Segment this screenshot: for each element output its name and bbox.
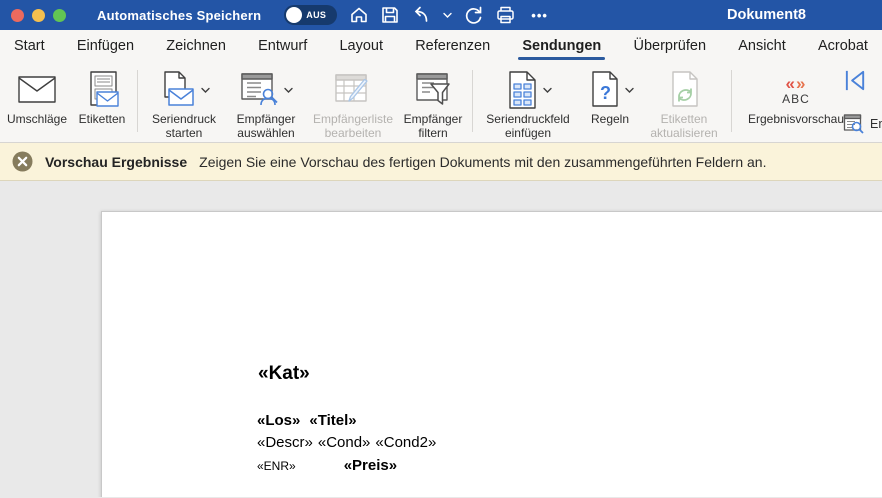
ribbon-tab-bar: Start Einfügen Zeichnen Entwurf Layout R… — [0, 30, 882, 61]
first-record-icon[interactable] — [843, 67, 868, 94]
empfaenger-filtern-button[interactable]: Empfänger filtern — [399, 64, 467, 140]
envelope-icon — [18, 76, 56, 103]
autosave-label: Automatisches Speichern — [97, 8, 261, 23]
ribbon-sendungen: Umschläge Etiketten — [0, 61, 882, 143]
edit-recipient-list-icon — [333, 72, 373, 108]
more-commands-icon[interactable]: ••• — [531, 8, 548, 23]
message-bar-text: Zeigen Sie eine Vorschau des fertigen Do… — [199, 154, 766, 170]
minimize-window-button[interactable] — [32, 9, 45, 22]
document-canvas: «Kat» «Los» «Titel» «Descr» «Cond» «Cond… — [0, 181, 882, 497]
svg-text:?: ? — [600, 83, 611, 103]
merge-field-enr[interactable]: «ENR» — [257, 459, 296, 473]
ribbon-group-divider — [472, 70, 473, 132]
tab-entwurf[interactable]: Entwurf — [256, 34, 309, 58]
ribbon-group-divider — [137, 70, 138, 132]
find-recipient-button[interactable]: Em — [843, 113, 882, 135]
print-icon[interactable] — [495, 5, 516, 25]
autosave-state: AUS — [306, 10, 326, 20]
find-recipient-label-partial: Em — [870, 117, 882, 131]
empfaengerliste-bearbeiten-button: Empfängerliste bearbeiten — [307, 64, 399, 140]
insert-merge-field-icon — [505, 71, 539, 109]
home-icon[interactable] — [349, 5, 369, 25]
tab-einfuegen[interactable]: Einfügen — [75, 34, 136, 58]
merge-field-kat[interactable]: «Kat» — [258, 363, 310, 385]
titlebar: Automatisches Speichern AUS ••• Dokument… — [0, 0, 882, 30]
tab-ansicht[interactable]: Ansicht — [736, 34, 788, 58]
dropdown-chevron-icon — [284, 87, 293, 93]
ribbon-group-divider — [731, 70, 732, 132]
empfaenger-auswaehlen-button[interactable]: Empfänger auswählen — [225, 64, 307, 140]
start-mail-merge-icon — [159, 71, 197, 108]
autosave-toggle[interactable]: AUS — [284, 5, 337, 25]
save-icon[interactable] — [380, 5, 400, 25]
quick-access-toolbar: ••• — [349, 5, 548, 25]
umschlaege-button[interactable]: Umschläge — [2, 64, 72, 140]
seriendruck-starten-button[interactable]: Seriendruck starten — [143, 64, 225, 140]
tab-start[interactable]: Start — [12, 34, 47, 58]
tab-layout[interactable]: Layout — [337, 34, 385, 58]
merge-field-titel[interactable]: «Titel» — [309, 412, 356, 429]
preview-results-icon: «» ABC — [782, 75, 810, 105]
merge-field-line-3: «ENR» «Preis» — [257, 457, 397, 474]
word-window: Automatisches Speichern AUS ••• Dokument… — [0, 0, 882, 498]
rules-icon: ? — [587, 71, 621, 109]
merge-field-cond2[interactable]: «Cond2» — [375, 434, 436, 451]
find-recipient-icon — [843, 113, 865, 135]
undo-icon[interactable] — [411, 5, 432, 25]
close-window-button[interactable] — [11, 9, 24, 22]
tab-ueberpruefen[interactable]: Überprüfen — [631, 34, 708, 58]
merge-field-cond[interactable]: «Cond» — [318, 434, 371, 451]
status-x-circle-icon — [12, 151, 33, 172]
toggle-knob-icon — [286, 7, 302, 23]
etiketten-button[interactable]: Etiketten — [72, 64, 132, 140]
document-title: Dokument8 — [727, 0, 806, 30]
regeln-button[interactable]: ? Regeln — [578, 64, 642, 140]
merge-field-line-1: «Los» «Titel» — [257, 412, 357, 429]
tab-zeichnen[interactable]: Zeichnen — [164, 34, 228, 58]
undo-dropdown-chevron-icon[interactable] — [443, 12, 452, 18]
tab-referenzen[interactable]: Referenzen — [413, 34, 492, 58]
filter-recipients-icon — [414, 72, 452, 108]
message-bar-title: Vorschau Ergebnisse — [45, 154, 187, 170]
update-labels-icon — [667, 71, 701, 109]
preview-results-message-bar: Vorschau Ergebnisse Zeigen Sie eine Vors… — [0, 143, 882, 181]
select-recipients-icon — [240, 72, 280, 108]
tab-sendungen[interactable]: Sendungen — [520, 34, 603, 58]
fullscreen-window-button[interactable] — [53, 9, 66, 22]
merge-field-los[interactable]: «Los» — [257, 412, 300, 429]
redo-refresh-icon[interactable] — [463, 5, 484, 25]
merge-field-preis[interactable]: «Preis» — [344, 457, 397, 474]
previous-record-icon[interactable] — [878, 67, 882, 94]
merge-field-descr[interactable]: «Descr» — [257, 434, 313, 451]
record-navigation-cluster: Em — [843, 67, 882, 94]
labels-sheet-icon — [84, 71, 120, 108]
document-page[interactable]: «Kat» «Los» «Titel» «Descr» «Cond» «Cond… — [101, 211, 882, 497]
ergebnisvorschau-button[interactable]: «» ABC Ergebnisvorschau — [737, 64, 855, 140]
etiketten-aktualisieren-button: Etiketten aktualisieren — [642, 64, 726, 140]
merge-field-line-2: «Descr» «Cond» «Cond2» — [257, 434, 436, 451]
dropdown-chevron-icon — [543, 87, 552, 93]
window-controls — [0, 9, 66, 22]
tab-acrobat[interactable]: Acrobat — [816, 34, 870, 58]
dropdown-chevron-icon — [625, 87, 634, 93]
seriendruckfeld-einfuegen-button[interactable]: Seriendruckfeld einfügen — [478, 64, 578, 140]
dropdown-chevron-icon — [201, 87, 210, 93]
